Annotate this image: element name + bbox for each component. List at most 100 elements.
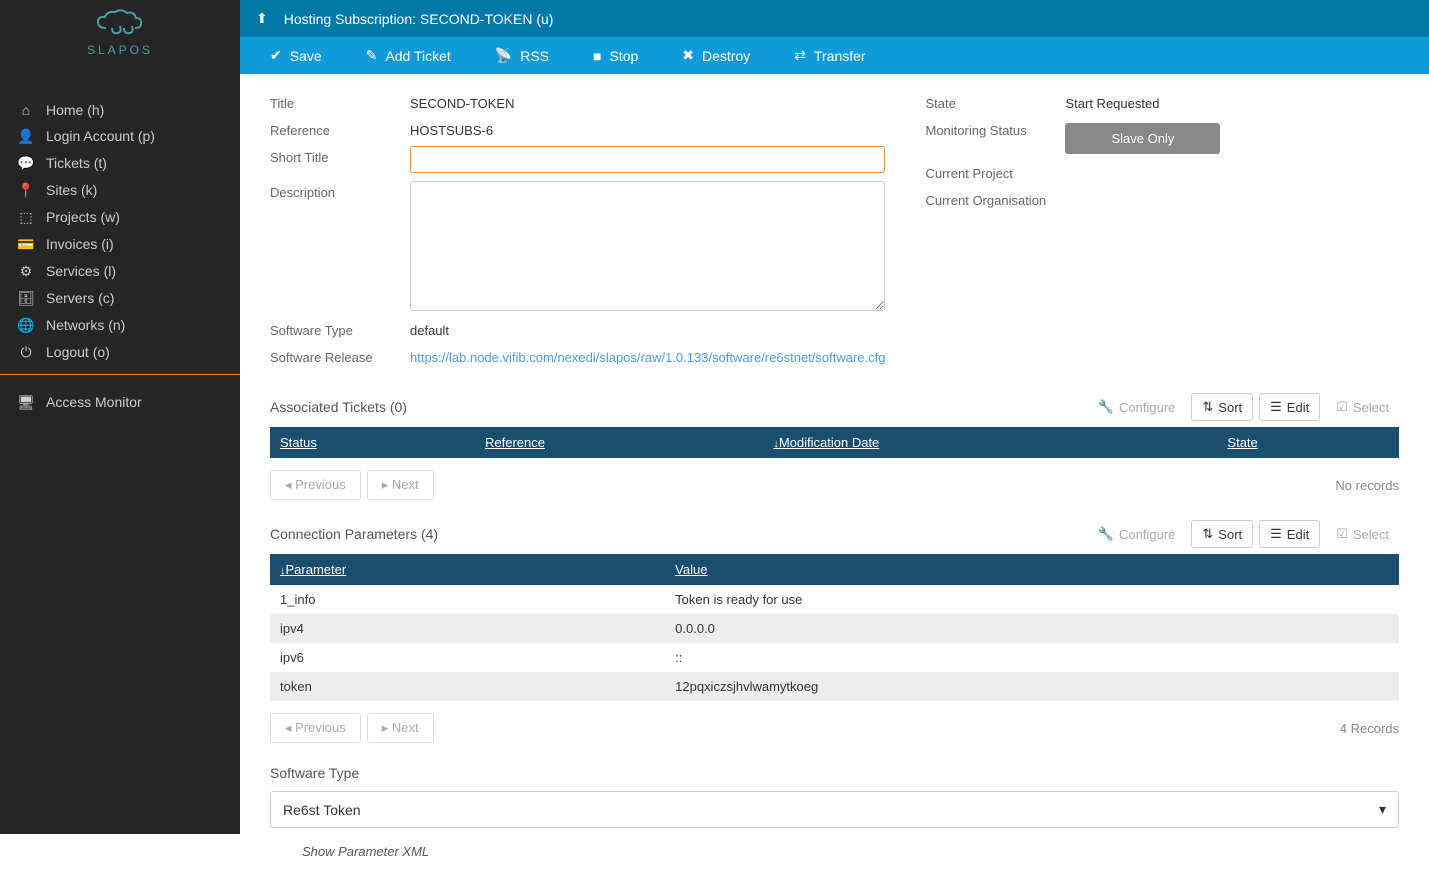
- nav-home[interactable]: ⌂Home (h): [0, 97, 240, 123]
- nav-sites[interactable]: 📍 Sites (k): [0, 177, 240, 204]
- nav-services[interactable]: ⚙Services (l): [0, 258, 240, 285]
- nav-networks[interactable]: 🌐Networks (n): [0, 312, 240, 339]
- nav-logout[interactable]: ⏻Logout (o): [0, 339, 240, 366]
- desktop-icon: 🖥: [16, 394, 36, 411]
- btn-label: Stop: [609, 48, 638, 64]
- param-cell: ipv6: [270, 643, 665, 672]
- select-button[interactable]: ☑Select: [1326, 393, 1399, 421]
- table-row[interactable]: token12pqxiczsjhvlwamytkoeg: [270, 672, 1399, 701]
- nav-list-secondary: 🖥Access Monitor: [0, 383, 240, 416]
- nav-access-monitor[interactable]: 🖥Access Monitor: [0, 389, 240, 416]
- tickets-table: Status Reference ↓Modification Date Stat…: [270, 427, 1399, 458]
- value-cell: Token is ready for use: [665, 585, 1399, 614]
- show-parameter-xml-link[interactable]: Show Parameter XML: [270, 844, 1399, 859]
- params-section-title: Connection Parameters (4): [270, 526, 438, 542]
- sidebar: SLAPOS ⌂Home (h) 👤Login Account (p) 💬Tic…: [0, 0, 240, 834]
- nav-label: Sites (k): [46, 182, 97, 198]
- nav-login[interactable]: 👤Login Account (p): [0, 123, 240, 150]
- short-title-label: Short Title: [270, 146, 410, 165]
- software-type-select[interactable]: Re6st Token ▾: [270, 791, 1399, 828]
- table-row[interactable]: ipv40.0.0.0: [270, 614, 1399, 643]
- btn-label: Save: [290, 48, 322, 64]
- transfer-button[interactable]: ⇄ Transfer: [772, 37, 887, 74]
- edit-button[interactable]: ☰Edit: [1259, 520, 1320, 548]
- value-cell: 12pqxiczsjhvlwamytkoeg: [665, 672, 1399, 701]
- rss-button[interactable]: 📡RSS: [473, 37, 571, 74]
- configure-button[interactable]: 🔧Configure: [1088, 393, 1186, 421]
- cubes-icon: ⬚: [16, 209, 36, 226]
- check-square-icon: ☑: [1336, 399, 1348, 415]
- sort-icon: ⇅: [1202, 399, 1213, 415]
- add-ticket-button[interactable]: ✎Add Ticket: [344, 37, 473, 74]
- sort-button[interactable]: ⇅Sort: [1191, 520, 1253, 548]
- nav-list: ⌂Home (h) 👤Login Account (p) 💬Tickets (t…: [0, 67, 240, 366]
- configure-button[interactable]: 🔧Configure: [1088, 520, 1186, 548]
- db-icon: 🗄: [16, 290, 36, 307]
- destroy-button[interactable]: ✖Destroy: [660, 37, 772, 74]
- value-cell: 0.0.0.0: [665, 614, 1399, 643]
- prev-button[interactable]: ◂ Previous: [270, 713, 361, 743]
- user-icon: 👤: [16, 128, 36, 145]
- col-state[interactable]: State: [1217, 427, 1399, 458]
- power-icon: ⏻: [16, 344, 36, 361]
- select-button[interactable]: ☑Select: [1326, 520, 1399, 548]
- main-content: ⬆ Hosting Subscription: SECOND-TOKEN (u)…: [240, 0, 1429, 877]
- col-value[interactable]: Value: [665, 554, 1399, 585]
- sort-button[interactable]: ⇅Sort: [1191, 393, 1253, 421]
- description-textarea[interactable]: [410, 181, 885, 311]
- software-type-value: default: [410, 319, 885, 338]
- btn-label: Add Ticket: [385, 48, 450, 64]
- stop-button[interactable]: ■ Stop: [571, 37, 660, 74]
- nav-label: Servers (c): [46, 290, 114, 306]
- nav-tickets[interactable]: 💬Tickets (t): [0, 150, 240, 177]
- next-button[interactable]: ▸ Next: [367, 470, 434, 500]
- monitoring-badge[interactable]: Slave Only: [1065, 123, 1220, 154]
- software-type-label: Software Type: [270, 319, 410, 338]
- list-icon: ☰: [1270, 526, 1282, 542]
- col-parameter[interactable]: ↓Parameter: [270, 554, 665, 585]
- marker-icon: 📍: [16, 182, 36, 199]
- check-square-icon: ☑: [1336, 526, 1348, 542]
- logo[interactable]: SLAPOS: [0, 0, 240, 67]
- btn-label: Transfer: [814, 48, 866, 64]
- stop-icon: ■: [593, 48, 601, 64]
- param-cell: 1_info: [270, 585, 665, 614]
- params-table: ↓Parameter Value 1_infoToken is ready fo…: [270, 554, 1399, 701]
- table-row[interactable]: 1_infoToken is ready for use: [270, 585, 1399, 614]
- edit-button[interactable]: ☰Edit: [1259, 393, 1320, 421]
- toolbar: ✔Save ✎Add Ticket 📡RSS ■ Stop ✖Destroy ⇄ T…: [240, 37, 1429, 74]
- nav-invoices[interactable]: 💳Invoices (i): [0, 231, 240, 258]
- nav-divider: [0, 374, 240, 375]
- current-project-label: Current Project: [925, 162, 1065, 181]
- save-button[interactable]: ✔Save: [248, 37, 344, 74]
- next-button[interactable]: ▸ Next: [367, 713, 434, 743]
- prev-button[interactable]: ◂ Previous: [270, 470, 361, 500]
- software-release-link[interactable]: https://lab.node.vifib.com/nexedi/slapos…: [410, 350, 885, 365]
- page-title: Hosting Subscription: SECOND-TOKEN (u): [284, 11, 554, 27]
- upload-icon[interactable]: ⬆: [256, 10, 268, 27]
- card-icon: 💳: [16, 236, 36, 253]
- nav-projects[interactable]: ⬚ Projects (w): [0, 204, 240, 231]
- nav-label: Services (l): [46, 263, 116, 279]
- col-reference[interactable]: Reference: [475, 427, 763, 458]
- current-org-label: Current Organisation: [925, 189, 1065, 208]
- logo-text: SLAPOS: [0, 43, 240, 57]
- table-row[interactable]: ipv6::: [270, 643, 1399, 672]
- nav-label: Projects (w): [46, 209, 120, 225]
- monitoring-label: Monitoring Status: [925, 119, 1065, 138]
- nav-servers[interactable]: 🗄 Servers (c): [0, 285, 240, 312]
- content-body: TitleSECOND-TOKEN ReferenceHOSTSUBS-6 Sh…: [240, 74, 1429, 877]
- transfer-icon: ⇄: [794, 47, 806, 64]
- col-moddate[interactable]: ↓Modification Date: [763, 427, 1217, 458]
- btn-label: Destroy: [702, 48, 750, 64]
- nav-label: Networks (n): [46, 317, 125, 333]
- col-status[interactable]: Status: [270, 427, 475, 458]
- sort-icon: ⇅: [1202, 526, 1213, 542]
- software-release-label: Software Release: [270, 346, 410, 365]
- description-label: Description: [270, 181, 410, 200]
- title-label: Title: [270, 92, 410, 111]
- current-org-value: [1065, 189, 1399, 193]
- value-cell: ::: [665, 643, 1399, 672]
- short-title-input[interactable]: [410, 146, 885, 173]
- param-cell: ipv4: [270, 614, 665, 643]
